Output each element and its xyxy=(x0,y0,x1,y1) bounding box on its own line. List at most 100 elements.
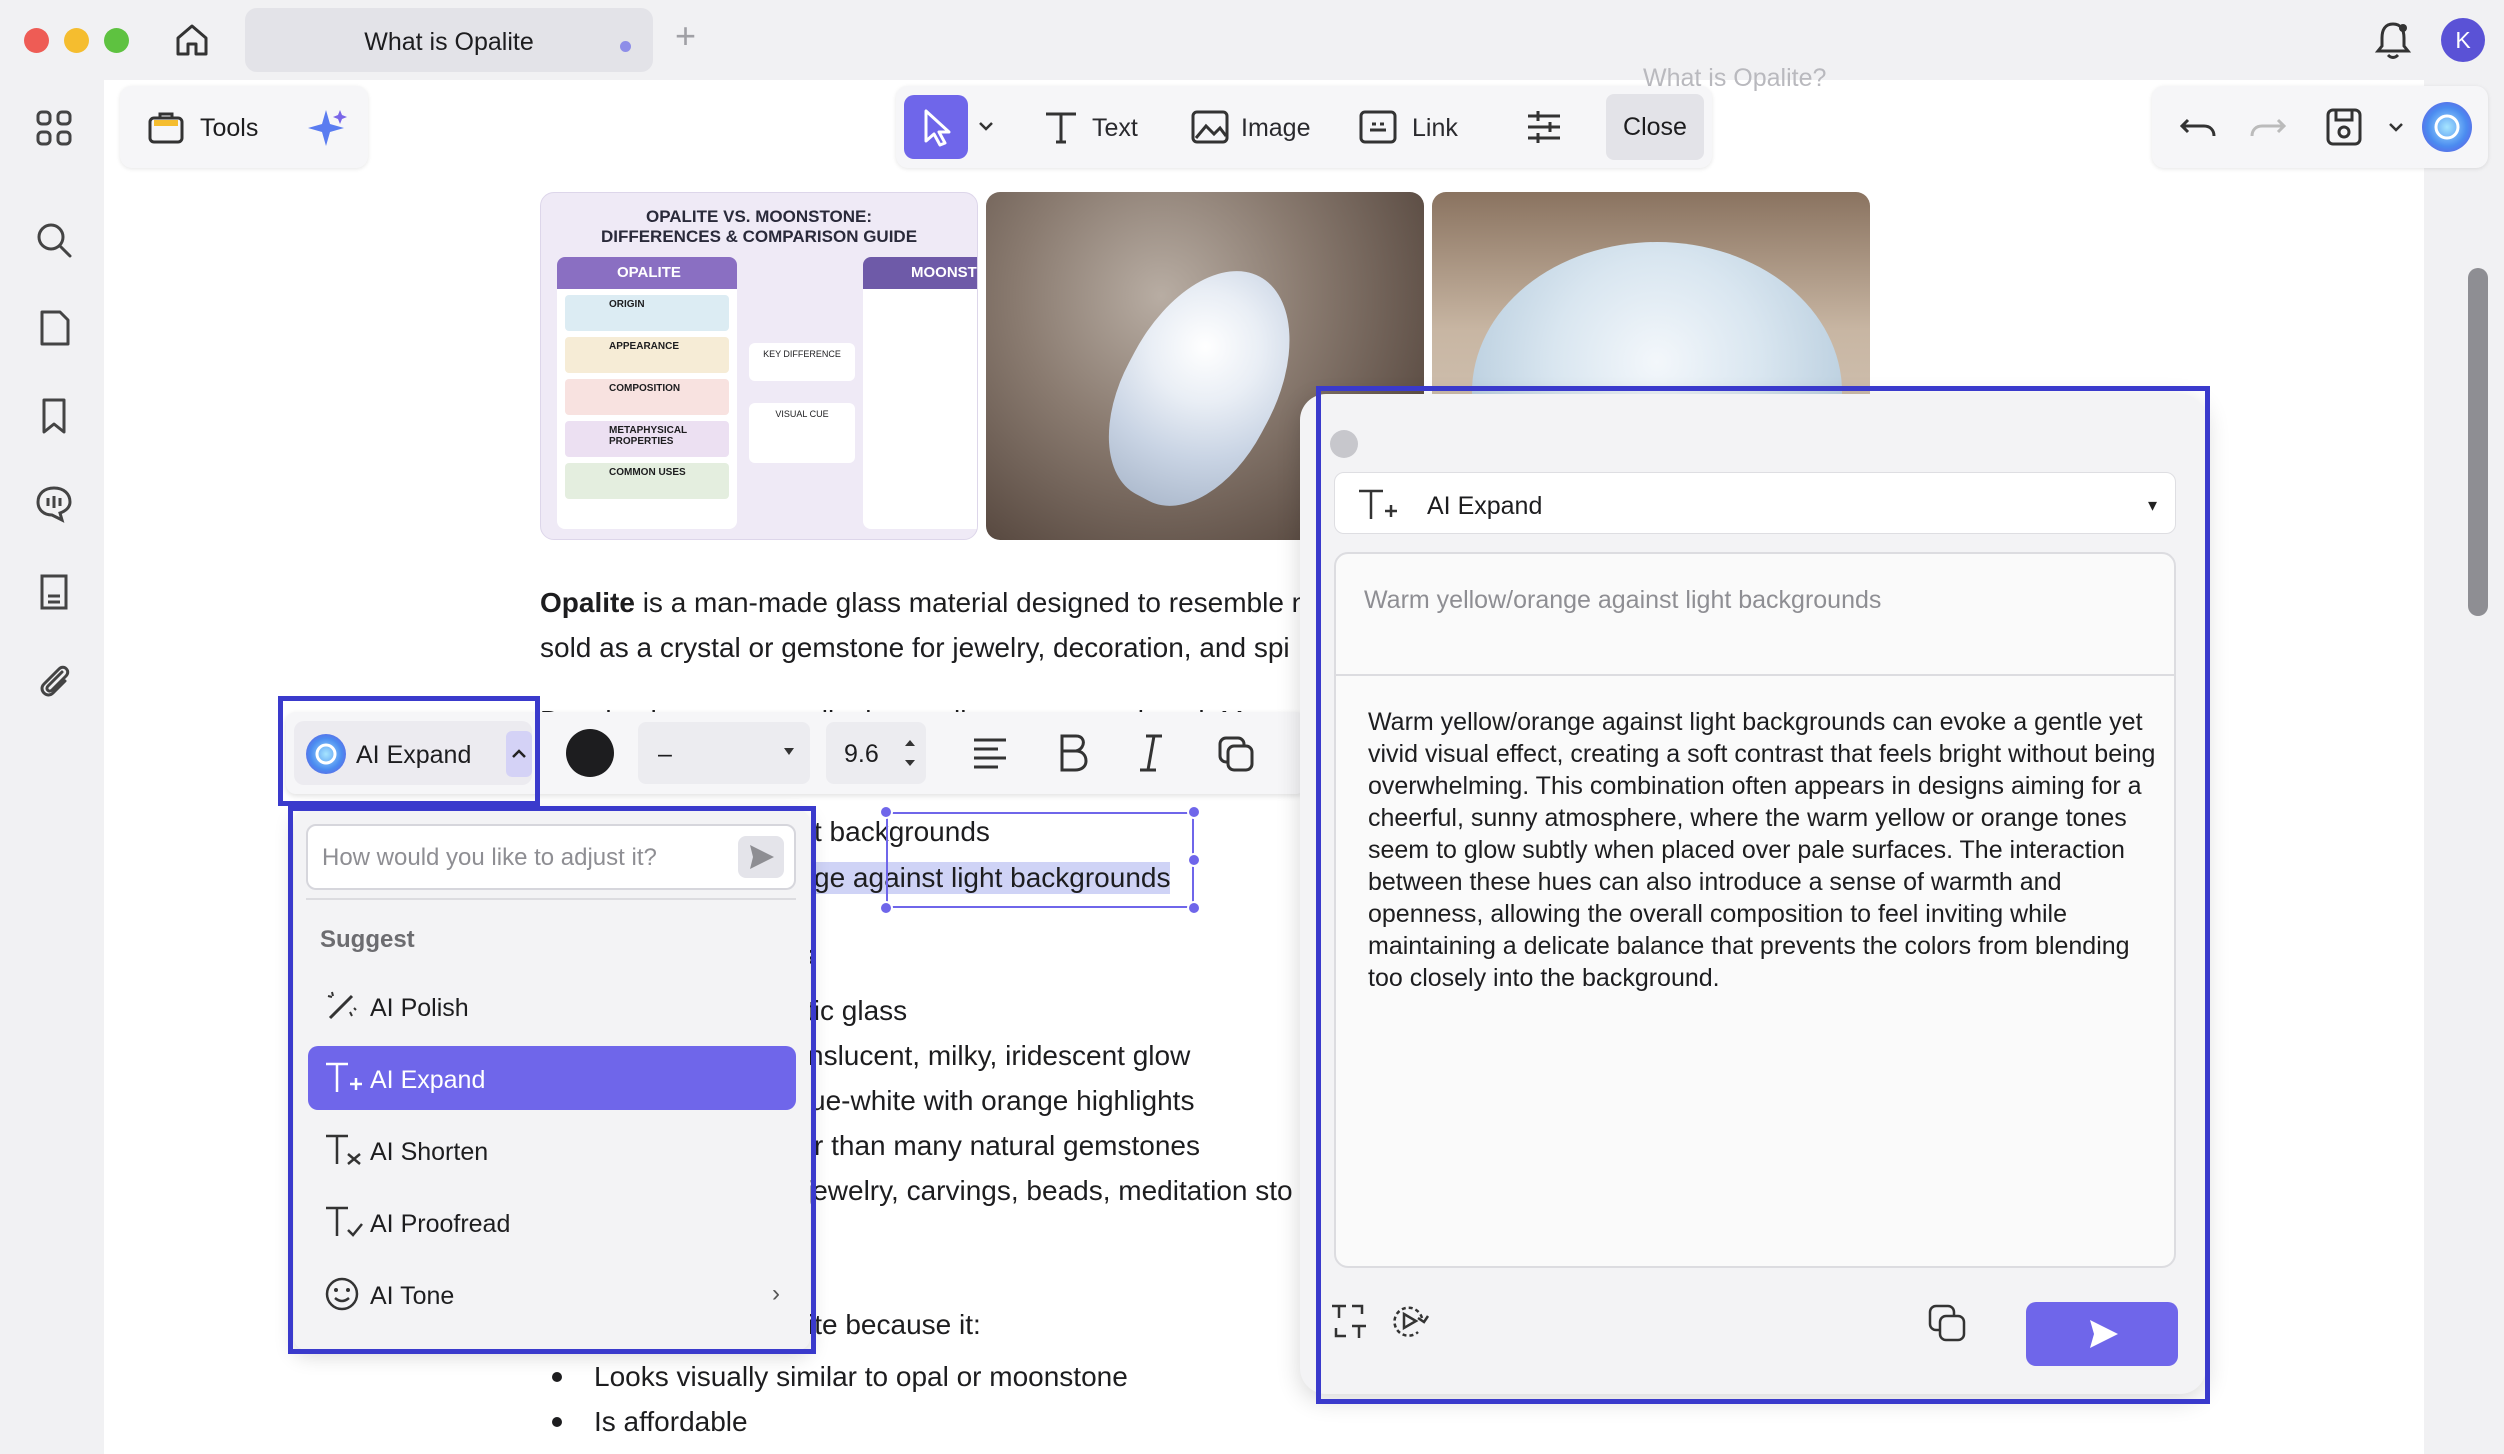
infographic-right-header: MOONST xyxy=(863,257,977,289)
tab-title: What is Opalite xyxy=(364,28,534,56)
edit-toolbar: Text Image Link Close xyxy=(896,86,1712,168)
infographic-row: COMMON USES xyxy=(565,463,729,499)
resize-handle[interactable] xyxy=(1187,901,1201,915)
menu-divider xyxy=(306,898,796,900)
search-icon[interactable] xyxy=(32,218,76,262)
text-expand-icon xyxy=(1357,485,1399,525)
resize-handle[interactable] xyxy=(879,805,893,819)
infographic-row: METAPHYSICAL PROPERTIES xyxy=(565,421,729,457)
align-icon[interactable] xyxy=(970,734,1010,772)
image-tool-button[interactable]: Image xyxy=(1241,114,1310,143)
text-expand-icon xyxy=(324,1060,362,1096)
bookmark-icon[interactable] xyxy=(32,394,76,438)
ai-mode-select[interactable]: AI Expand ▾ xyxy=(1334,472,2176,534)
menu-item-label: AI Polish xyxy=(370,994,469,1022)
organize-pages-icon[interactable] xyxy=(32,570,76,614)
menu-item-ai-proofread[interactable]: AI Proofread xyxy=(308,1190,796,1254)
image-tool-icon[interactable] xyxy=(1190,108,1230,146)
text-tool-button[interactable]: Text xyxy=(1092,114,1138,143)
infographic-visual-cue: VISUAL CUE xyxy=(749,403,855,463)
regenerate-icon[interactable] xyxy=(1388,1300,1430,1342)
save-icon[interactable] xyxy=(2324,106,2364,148)
redo-icon[interactable] xyxy=(2248,108,2288,146)
ai-mode-button[interactable]: AI Expand xyxy=(294,721,532,785)
close-window-button[interactable] xyxy=(24,28,49,53)
adjust-prompt-field[interactable] xyxy=(306,824,796,890)
ai-sparkle-icon[interactable] xyxy=(304,106,348,150)
chevron-up-icon[interactable] xyxy=(506,731,532,777)
home-icon[interactable] xyxy=(170,18,214,62)
paragraph-text: is a man-made glass material designed to… xyxy=(634,587,1308,618)
infographic-key-difference: KEY DIFFERENCE xyxy=(749,343,855,381)
infographic-image[interactable]: OPALITE VS. MOONSTONE: DIFFERENCES & COM… xyxy=(540,192,978,540)
resize-handle[interactable] xyxy=(1187,853,1201,867)
new-tab-button[interactable]: + xyxy=(675,16,696,56)
menu-item-label: AI Tone xyxy=(370,1282,455,1310)
infographic-row: COMPOSITION xyxy=(565,379,729,415)
tools-button[interactable]: Tools xyxy=(200,114,258,143)
send-button[interactable] xyxy=(2026,1302,2178,1366)
italic-icon[interactable] xyxy=(1136,732,1166,774)
font-family-select[interactable]: – xyxy=(638,722,810,784)
text-selection-frame[interactable] xyxy=(886,812,1194,908)
unsaved-dot-icon xyxy=(620,41,631,52)
select-tool-button[interactable] xyxy=(904,95,968,159)
stepper-arrows-icon[interactable] xyxy=(902,734,918,772)
infographic-row: ORIGIN xyxy=(565,295,729,331)
apps-grid-icon[interactable] xyxy=(32,106,76,150)
chevron-down-icon[interactable] xyxy=(2388,118,2404,138)
menu-item-label: AI Proofread xyxy=(370,1210,511,1238)
font-family-value: – xyxy=(658,740,672,768)
minimize-window-button[interactable] xyxy=(64,28,89,53)
menu-item-ai-shorten[interactable]: AI Shorten xyxy=(308,1118,796,1182)
bullet-dot xyxy=(552,1417,562,1427)
smiley-icon xyxy=(324,1276,360,1312)
comment-icon[interactable] xyxy=(32,482,76,526)
infographic-title-2: DIFFERENCES & COMPARISON GUIDE xyxy=(600,227,918,246)
ai-source-text[interactable]: Warm yellow/orange against light backgro… xyxy=(1364,586,1881,615)
panel-drag-handle[interactable] xyxy=(1330,430,1358,458)
ai-assistant-icon[interactable] xyxy=(2422,102,2472,152)
close-edit-button[interactable]: Close xyxy=(1606,94,1704,160)
bold-icon[interactable] xyxy=(1056,732,1090,774)
document-tab[interactable]: What is Opalite xyxy=(245,8,653,72)
undo-icon[interactable] xyxy=(2178,108,2218,146)
wand-icon xyxy=(324,988,360,1024)
page-icon[interactable] xyxy=(32,306,76,350)
resize-handle[interactable] xyxy=(1187,805,1201,819)
send-prompt-button[interactable] xyxy=(738,836,784,878)
chevron-down-icon[interactable] xyxy=(978,116,994,136)
sliders-icon[interactable] xyxy=(1524,108,1564,146)
font-size-stepper[interactable]: 9.6 xyxy=(826,722,926,784)
scrollbar-track[interactable] xyxy=(2424,80,2504,1454)
scrollbar-thumb[interactable] xyxy=(2468,268,2488,616)
menu-item-ai-expand[interactable]: AI Expand xyxy=(308,1046,796,1110)
resize-handle[interactable] xyxy=(879,901,893,915)
link-tool-button[interactable]: Link xyxy=(1412,114,1458,143)
menu-item-label: AI Shorten xyxy=(370,1138,489,1166)
translate-icon[interactable] xyxy=(1328,1300,1370,1342)
text-proofread-icon xyxy=(324,1204,363,1240)
left-sidebar xyxy=(0,80,104,1454)
copy-icon[interactable] xyxy=(1926,1302,1968,1344)
link-tool-icon[interactable] xyxy=(1358,108,1398,146)
toolbox-icon[interactable] xyxy=(146,108,186,146)
caret-down-icon xyxy=(782,746,796,758)
text-color-swatch[interactable] xyxy=(566,729,614,777)
text-fragment: jewelry, carvings, beads, meditation sto xyxy=(806,1175,1293,1206)
copy-icon[interactable] xyxy=(1216,734,1256,774)
opalite-gem-shape xyxy=(1076,241,1326,533)
menu-item-label: AI Expand xyxy=(370,1066,486,1094)
menu-item-ai-tone[interactable]: AI Tone › xyxy=(308,1262,796,1326)
ai-result-text[interactable]: Warm yellow/orange against light backgro… xyxy=(1368,706,2158,994)
adjust-prompt-input[interactable] xyxy=(322,842,722,874)
attachment-icon[interactable] xyxy=(32,658,76,702)
ai-expand-panel: AI Expand ▾ Warm yellow/orange against l… xyxy=(1300,394,2206,1394)
maximize-window-button[interactable] xyxy=(104,28,129,53)
menu-item-ai-polish[interactable]: AI Polish xyxy=(308,974,796,1038)
text-tool-icon[interactable] xyxy=(1042,108,1080,146)
avatar[interactable]: K xyxy=(2441,18,2485,62)
ai-mode-label: AI Expand xyxy=(356,741,472,769)
text-shorten-icon xyxy=(324,1132,361,1168)
bell-icon[interactable] xyxy=(2373,18,2413,62)
